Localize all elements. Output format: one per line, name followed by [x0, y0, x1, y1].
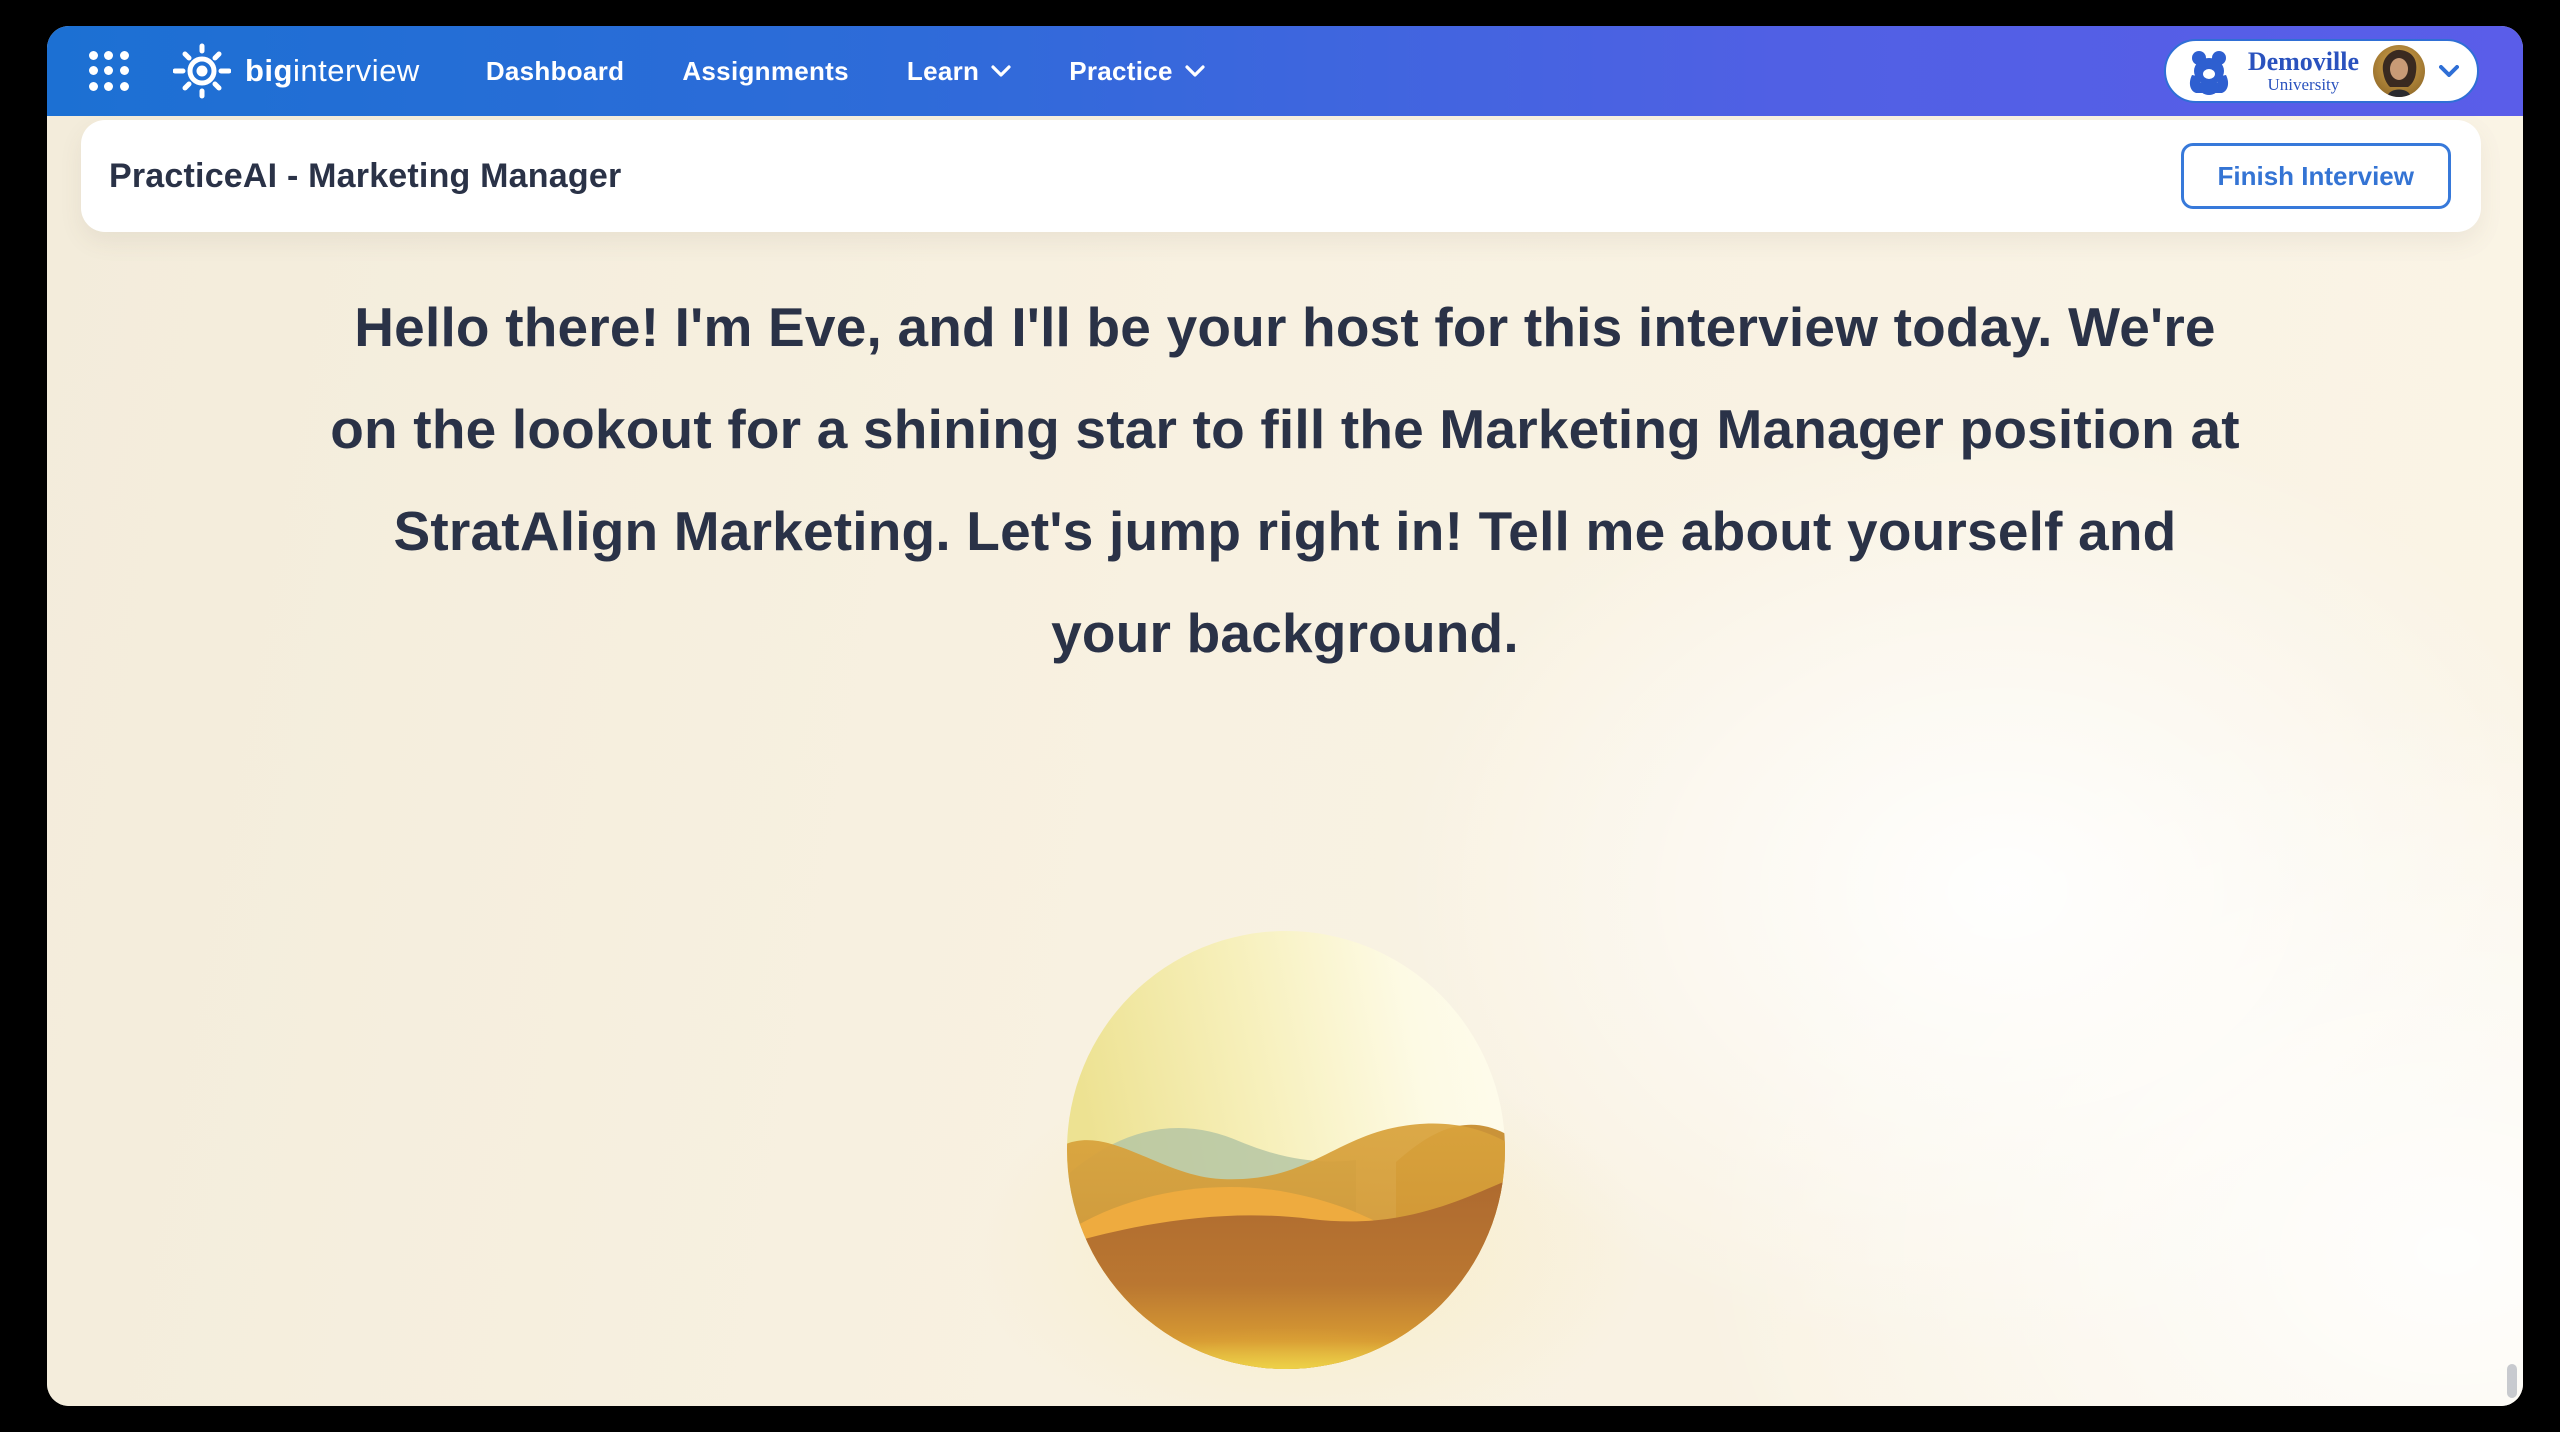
organization-name: Demoville University	[2248, 48, 2359, 93]
nav-item-dashboard[interactable]: Dashboard	[486, 56, 625, 87]
scrollbar-thumb[interactable]	[2507, 1364, 2517, 1398]
apps-grid-icon[interactable]	[89, 51, 129, 91]
interview-header: PracticeAI - Marketing Manager Finish In…	[81, 120, 2481, 232]
primary-nav: Dashboard Assignments Learn Practice	[486, 56, 1205, 87]
brand-wordmark: biginterview	[245, 53, 420, 89]
bear-mascot-icon	[2182, 45, 2234, 97]
nav-item-assignments[interactable]: Assignments	[682, 56, 849, 87]
chevron-down-icon	[2439, 65, 2459, 77]
chevron-down-icon	[1185, 65, 1205, 77]
app-window: biginterview Dashboard Assignments Learn…	[47, 26, 2523, 1406]
interview-stage: Hello there! I'm Eve, and I'll be your h…	[47, 116, 2523, 1406]
user-avatar[interactable]	[2373, 45, 2425, 97]
interviewer-message: Hello there! I'm Eve, and I'll be your h…	[330, 276, 2240, 684]
finish-interview-button[interactable]: Finish Interview	[2181, 143, 2452, 209]
top-navbar: biginterview Dashboard Assignments Learn…	[47, 26, 2523, 116]
account-menu[interactable]: Demoville University	[2164, 39, 2479, 103]
chevron-down-icon	[991, 65, 1011, 77]
page-title: PracticeAI - Marketing Manager	[109, 157, 621, 196]
sun-logo-icon	[173, 42, 231, 100]
nav-item-practice[interactable]: Practice	[1069, 56, 1205, 87]
biginterview-logo[interactable]: biginterview	[173, 42, 420, 100]
nav-item-learn[interactable]: Learn	[907, 56, 1011, 87]
eve-orb-illustration	[1066, 930, 1506, 1370]
